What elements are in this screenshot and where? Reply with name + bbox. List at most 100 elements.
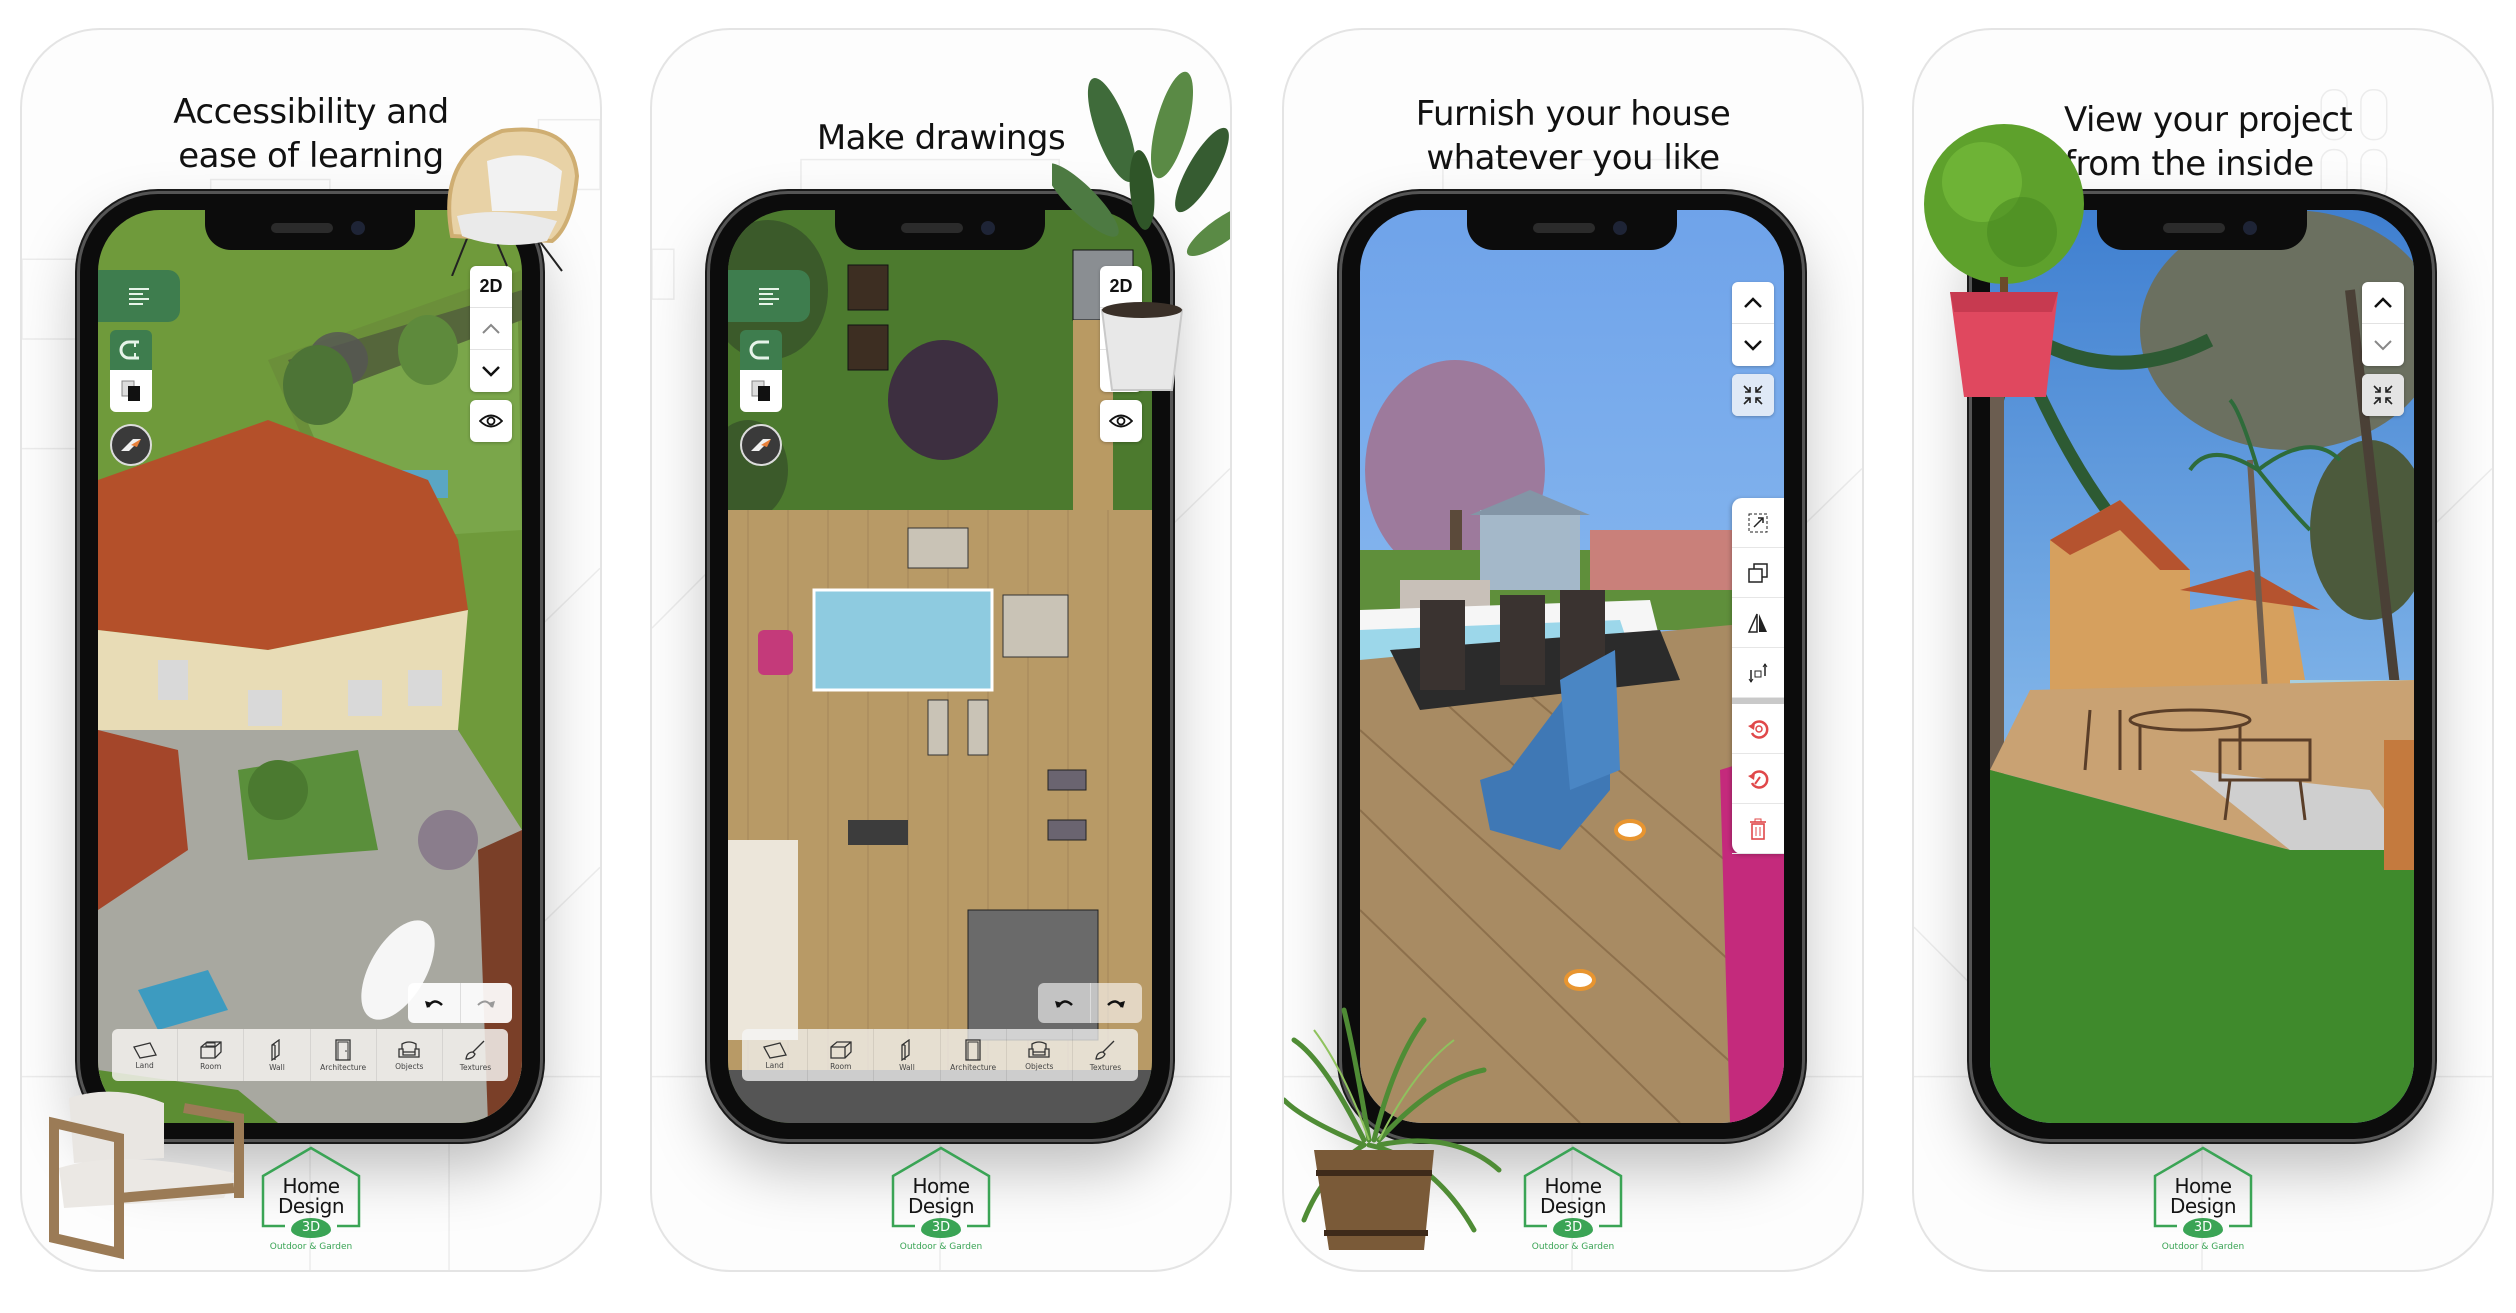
magnet-icon <box>119 340 139 360</box>
land-icon <box>762 1041 787 1059</box>
elevation-button[interactable] <box>1732 648 1784 698</box>
tool-objects[interactable]: Objects <box>377 1029 443 1081</box>
magnet-snap-button[interactable] <box>110 330 152 370</box>
logo-leaf-badge: 3D <box>921 1218 961 1238</box>
rotate-icon <box>1748 719 1769 739</box>
tool-label: Objects <box>1025 1061 1054 1071</box>
tool-wall[interactable]: Wall <box>244 1029 311 1081</box>
app-screen-3d-furnish <box>1360 210 1784 1123</box>
camera-up-button[interactable] <box>2362 282 2404 324</box>
rotate-button[interactable] <box>1732 704 1784 754</box>
main-menu-button[interactable] <box>728 270 810 322</box>
resize-icon <box>1748 513 1768 532</box>
undo-button[interactable] <box>1038 983 1091 1023</box>
phone-notch <box>1467 210 1677 250</box>
camera-up-button[interactable] <box>1732 282 1774 324</box>
potted-plant-decoration <box>1045 70 1230 400</box>
camera-down-button[interactable] <box>1732 324 1774 366</box>
tool-room[interactable]: Room <box>808 1029 875 1081</box>
tool-land[interactable]: Land <box>112 1029 179 1081</box>
tool-architecture[interactable]: Architecture <box>941 1029 1007 1081</box>
collapse-arrows-icon <box>2373 385 2393 405</box>
logo-subtitle: Outdoor & Garden <box>269 1242 353 1252</box>
tool-objects[interactable]: Objects <box>1007 1029 1073 1081</box>
tool-label: Room <box>200 1061 222 1071</box>
furnish-patio-scene <box>1360 360 1784 1123</box>
magnet-snap-button[interactable] <box>740 330 782 370</box>
redo-button[interactable] <box>1091 983 1143 1023</box>
mirror-button[interactable] <box>1732 598 1784 648</box>
elevation-icon <box>1748 662 1768 683</box>
camera-down-button[interactable] <box>2362 324 2404 366</box>
logo-leaf-badge: 3D <box>1553 1218 1593 1238</box>
chevron-down-icon <box>482 366 500 377</box>
phone-notch <box>205 210 415 250</box>
phone-frame <box>1342 194 1802 1139</box>
room-icon <box>830 1040 852 1059</box>
object-tools-panel <box>1732 498 1784 854</box>
compass-button[interactable] <box>740 424 782 466</box>
logo-text-design: Design <box>277 1194 345 1218</box>
door-icon <box>965 1038 981 1061</box>
bottom-tool-bar: Land Room Wall Architecture Objects Text… <box>742 1029 1138 1081</box>
undo-icon <box>424 1000 443 1008</box>
undo-icon <box>1054 1000 1073 1008</box>
logo-leaf-badge: 3D <box>2183 1218 2223 1238</box>
mirror-icon <box>1747 613 1767 633</box>
compass-button[interactable] <box>110 424 152 466</box>
screenshot-panel-view-inside: View your project from the inside Home D… <box>1912 28 2494 1272</box>
exit-fullscreen-button[interactable] <box>2362 374 2404 416</box>
screenshot-panel-make-drawings: Make drawings 2D Land Room Wall Architec… <box>650 28 1232 1272</box>
redo-icon <box>477 1000 496 1008</box>
panel-title: View your project from the inside <box>2064 100 2353 184</box>
camera-down-button[interactable] <box>470 350 512 392</box>
layers-button[interactable] <box>740 370 782 412</box>
magnet-icon <box>749 340 769 360</box>
trash-icon <box>1750 818 1766 840</box>
menu-lines-icon <box>129 285 149 308</box>
tool-land[interactable]: Land <box>742 1029 809 1081</box>
undo-button[interactable] <box>408 983 461 1023</box>
topiary-pot-decoration <box>1922 122 2092 402</box>
tool-room[interactable]: Room <box>178 1029 245 1081</box>
tool-label: Architecture <box>320 1062 367 1072</box>
phone-frame: 2D Land Room Wall Architecture Objects T… <box>80 194 540 1139</box>
brush-icon <box>1095 1040 1115 1060</box>
camera-up-button[interactable] <box>470 308 512 350</box>
screenshot-panel-furnish: Furnish your house whatever you like Hom… <box>1282 28 1864 1272</box>
chevron-down-icon <box>2374 340 2392 351</box>
visibility-button[interactable] <box>1100 400 1142 442</box>
logo-text-home: Home <box>1544 1174 1602 1198</box>
reset-rotation-button[interactable] <box>1732 754 1784 804</box>
logo-text-design: Design <box>907 1194 975 1218</box>
exit-fullscreen-button[interactable] <box>1732 374 1774 416</box>
tool-label: Architecture <box>950 1062 997 1072</box>
brush-icon <box>465 1040 485 1060</box>
layers-button[interactable] <box>110 370 152 412</box>
chevron-up-icon <box>2374 296 2392 308</box>
redo-button[interactable] <box>461 983 513 1023</box>
visibility-button[interactable] <box>470 400 512 442</box>
wooden-armchair-decoration <box>34 1088 254 1268</box>
logo-text-home: Home <box>2174 1174 2232 1198</box>
main-menu-button[interactable] <box>98 270 180 322</box>
tool-wall[interactable]: Wall <box>874 1029 941 1081</box>
resize-button[interactable] <box>1732 498 1784 548</box>
home-design-3d-logo: Home Design 3D Outdoor & Garden <box>1517 1144 1629 1256</box>
land-icon <box>132 1041 157 1059</box>
tool-label: Wall <box>899 1062 915 1072</box>
tool-architecture[interactable]: Architecture <box>311 1029 377 1081</box>
duplicate-button[interactable] <box>1732 548 1784 598</box>
tool-textures[interactable]: Textures <box>1073 1029 1138 1081</box>
home-design-3d-logo: Home Design 3D Outdoor & Garden <box>255 1144 367 1256</box>
home-design-3d-logo: Home Design 3D Outdoor & Garden <box>885 1144 997 1256</box>
phone-notch <box>835 210 1045 250</box>
tool-label: Textures <box>459 1062 492 1072</box>
logo-text-design: Design <box>2169 1194 2237 1218</box>
tool-label: Wall <box>269 1062 285 1072</box>
tool-textures[interactable]: Textures <box>443 1029 508 1081</box>
logo-subtitle: Outdoor & Garden <box>2161 1242 2245 1252</box>
compass-icon <box>121 439 141 451</box>
tool-label: Room <box>830 1061 852 1071</box>
delete-button[interactable] <box>1732 804 1784 854</box>
